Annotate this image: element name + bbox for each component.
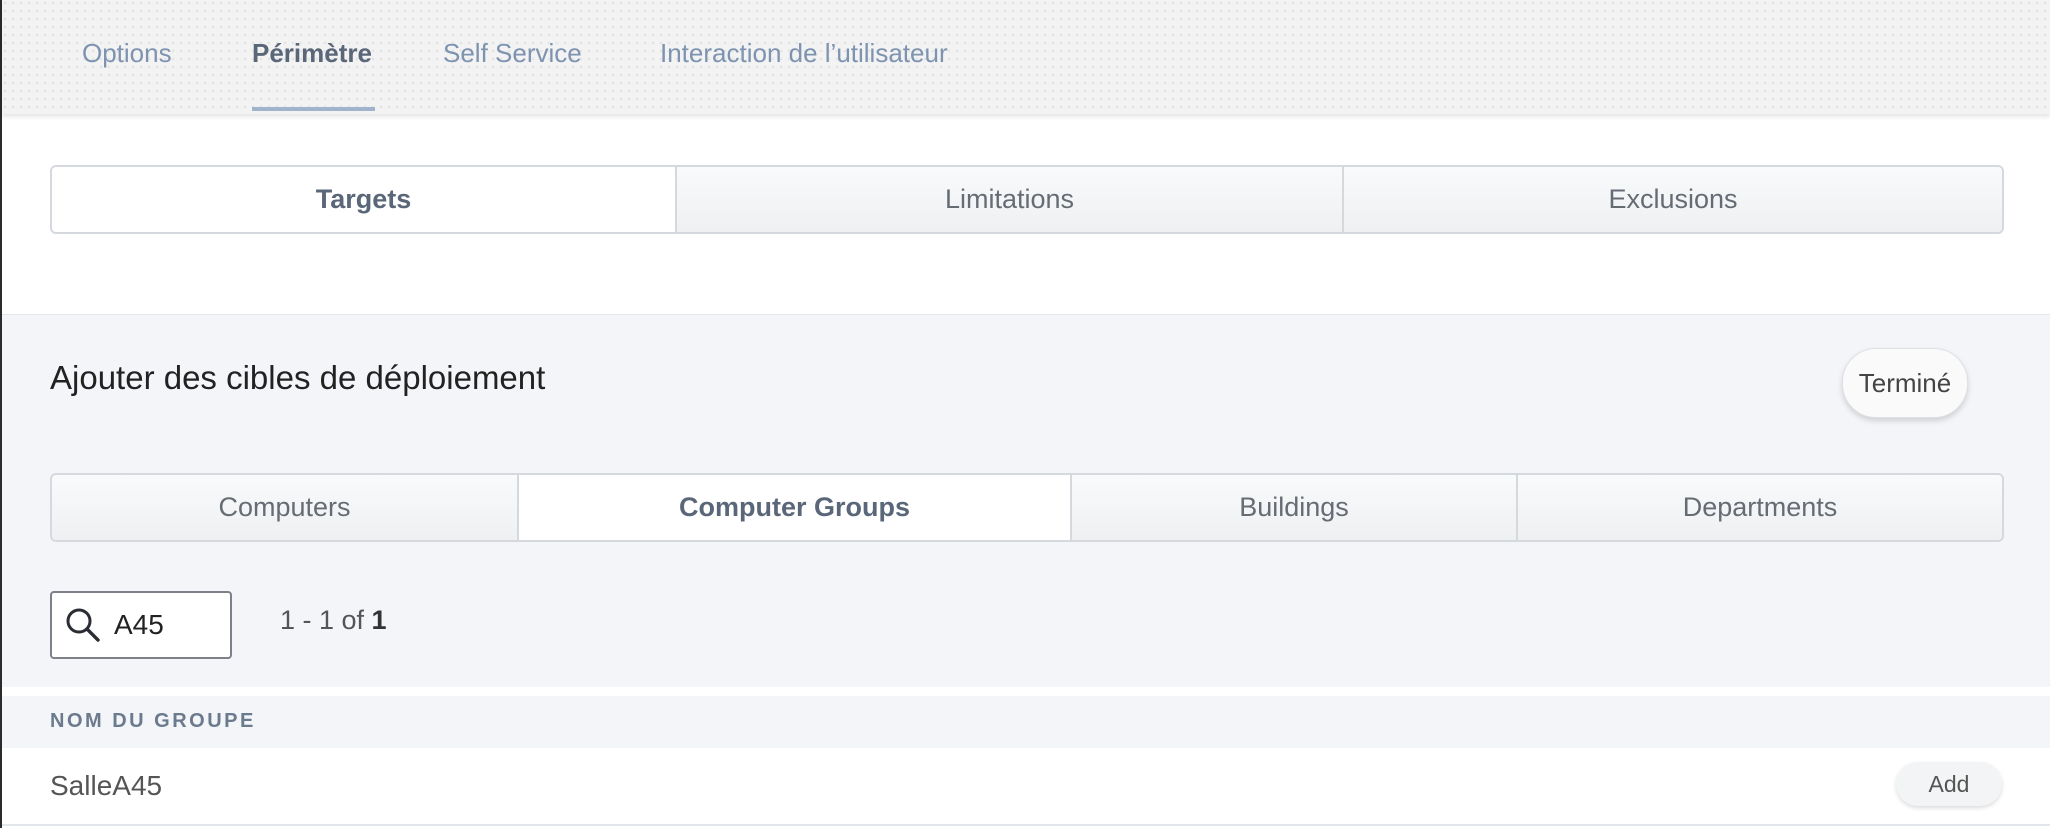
table-row: SalleA45 Add	[2, 748, 2050, 826]
active-tab-indicator	[252, 107, 375, 111]
tab-options[interactable]: Options	[82, 38, 172, 69]
tab-self-service[interactable]: Self Service	[443, 38, 582, 69]
done-button[interactable]: Terminé	[1842, 348, 1968, 418]
scope-segmented-control: Targets Limitations Exclusions	[50, 165, 2004, 234]
tab-interaction-utilisateur[interactable]: Interaction de l’utilisateur	[660, 38, 948, 69]
panel-title: Ajouter des cibles de déploiement	[50, 359, 546, 396]
search-box[interactable]	[50, 591, 232, 659]
segment-targets[interactable]: Targets	[52, 167, 677, 232]
pagination-total: 1	[371, 605, 387, 635]
add-targets-panel: Ajouter des cibles de déploiement Termin…	[2, 314, 2050, 687]
pagination-count: 1 - 1 of 1	[280, 605, 387, 636]
segment-exclusions[interactable]: Exclusions	[1344, 167, 2002, 232]
column-header-group-name: NOM DU GROUPE	[50, 710, 256, 732]
segment-departments[interactable]: Departments	[1518, 475, 2002, 540]
search-icon	[66, 608, 100, 642]
pagination-range: 1 - 1 of	[280, 605, 372, 635]
segment-computers[interactable]: Computers	[52, 475, 519, 540]
table-header: NOM DU GROUPE	[2, 696, 2050, 748]
target-type-segmented-control: Computers Computer Groups Buildings Depa…	[50, 473, 2004, 542]
tab-perimetre[interactable]: Périmètre	[252, 38, 372, 69]
group-name-cell: SalleA45	[50, 770, 163, 801]
search-input[interactable]	[114, 605, 224, 645]
segment-computer-groups[interactable]: Computer Groups	[519, 475, 1072, 540]
add-button[interactable]: Add	[1896, 762, 2002, 806]
top-tab-bar: Options Périmètre Self Service Interacti…	[2, 0, 2050, 114]
segment-buildings[interactable]: Buildings	[1072, 475, 1518, 540]
segment-limitations[interactable]: Limitations	[677, 167, 1344, 232]
